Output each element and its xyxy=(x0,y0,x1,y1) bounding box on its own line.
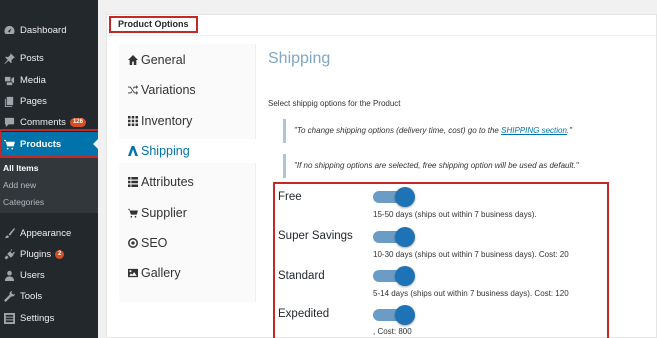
menu-label-users: Users xyxy=(20,269,45,281)
shipping-section-link[interactable]: SHIPPING section xyxy=(501,126,567,135)
plugins-count-badge: 2 xyxy=(55,249,65,259)
menu-label-posts: Posts xyxy=(20,52,44,64)
tab-variations[interactable]: Variations xyxy=(119,78,256,102)
toggle-standard[interactable] xyxy=(373,266,415,286)
grid-icon xyxy=(127,116,138,127)
brush-icon xyxy=(4,227,15,239)
submenu-all-items[interactable]: All Items xyxy=(3,163,38,173)
toggle-expedited[interactable] xyxy=(373,305,415,325)
wrench-icon xyxy=(4,290,15,302)
main-content: Product Options General Variations Inven… xyxy=(98,0,657,338)
toggle-knob xyxy=(395,187,415,207)
menu-item-posts[interactable]: Posts xyxy=(0,46,98,70)
toggle-knob xyxy=(395,305,415,325)
menu-label-pages: Pages xyxy=(20,95,47,107)
toggle-knob xyxy=(395,266,415,286)
comments-count-badge: 126 xyxy=(69,117,86,127)
tab-label-variations: Variations xyxy=(141,83,196,97)
pin-icon xyxy=(4,52,15,64)
product-data-tabs: General Variations Inventory Shipping At… xyxy=(119,44,257,302)
plug-icon xyxy=(4,248,15,260)
tab-label-attributes: Attributes xyxy=(141,175,194,189)
cart-icon xyxy=(4,139,15,150)
product-options-panel: Product Options General Variations Inven… xyxy=(106,14,657,338)
menu-item-dashboard[interactable]: Dashboard xyxy=(0,18,98,42)
comment-icon xyxy=(4,117,15,128)
shipping-title: Shipping xyxy=(268,50,331,67)
cart-icon xyxy=(127,208,138,219)
admin-sidebar: Dashboard Posts Media Pages Comments 126… xyxy=(0,0,104,338)
submenu-add-new[interactable]: Add new xyxy=(3,180,36,190)
menu-label-plugins: Plugins xyxy=(20,248,52,260)
shipping-options-box: Free 15-50 days (ships out within 7 busi… xyxy=(273,182,609,338)
tab-label-inventory: Inventory xyxy=(141,114,193,128)
note1-text-before: "To change shipping options (delivery ti… xyxy=(294,126,502,135)
shipping-description: Select shippig options for the Product xyxy=(268,99,401,108)
menu-label-products: Products xyxy=(20,138,62,150)
option-label-free: Free xyxy=(278,191,302,203)
list-icon xyxy=(127,177,138,188)
tab-shipping[interactable]: Shipping xyxy=(119,139,257,163)
users-icon xyxy=(4,270,15,281)
option-details-standard: 5-14 days (ships out within 7 business d… xyxy=(373,289,569,298)
panel-title: Product Options xyxy=(109,16,198,33)
home-icon xyxy=(127,55,138,66)
note1-text-after: ." xyxy=(566,126,572,135)
products-submenu: All Items Add new Categories xyxy=(0,157,98,213)
option-label-standard: Standard xyxy=(278,270,325,282)
target-icon xyxy=(127,238,138,249)
option-details-expedited: , Cost: 800 xyxy=(373,327,412,336)
settings-icon xyxy=(4,312,15,324)
tab-general[interactable]: General xyxy=(119,48,256,72)
menu-item-comments[interactable]: Comments 126 xyxy=(0,110,98,134)
tab-attributes[interactable]: Attributes xyxy=(119,170,256,194)
option-details-free: 15-50 days (ships out within 7 business … xyxy=(373,210,537,219)
toggle-super-savings[interactable] xyxy=(373,227,415,247)
menu-item-settings[interactable]: Settings xyxy=(0,306,98,330)
menu-label-media: Media xyxy=(20,74,46,86)
truck-icon xyxy=(127,146,138,157)
tab-supplier[interactable]: Supplier xyxy=(119,201,256,225)
menu-label-comments: Comments xyxy=(20,116,66,128)
media-icon xyxy=(4,75,15,86)
option-label-super-savings: Super Savings xyxy=(278,230,353,242)
menu-item-products[interactable]: Products xyxy=(0,132,98,156)
submenu-categories[interactable]: Categories xyxy=(3,197,44,207)
tab-label-general: General xyxy=(141,53,186,67)
shuffle-icon xyxy=(127,85,138,96)
menu-label-dashboard: Dashboard xyxy=(20,24,67,36)
tab-label-gallery: Gallery xyxy=(141,266,181,280)
dashboard-icon xyxy=(4,25,15,36)
toggle-free[interactable] xyxy=(373,187,415,207)
shipping-section-note: "To change shipping options (delivery ti… xyxy=(283,119,572,143)
tab-label-seo: SEO xyxy=(141,236,168,250)
tab-label-supplier: Supplier xyxy=(141,206,187,220)
menu-label-settings: Settings xyxy=(20,312,55,324)
pages-icon xyxy=(4,96,15,107)
menu-item-tools[interactable]: Tools xyxy=(0,284,98,308)
tab-label-shipping: Shipping xyxy=(141,144,190,158)
panel-header: Product Options xyxy=(107,15,656,36)
tab-seo[interactable]: SEO xyxy=(119,231,256,255)
image-icon xyxy=(127,268,138,279)
menu-label-appearance: Appearance xyxy=(20,227,72,239)
tab-gallery[interactable]: Gallery xyxy=(119,261,256,285)
option-details-super-savings: 10-30 days (ships out within 7 business … xyxy=(373,250,569,259)
tab-inventory[interactable]: Inventory xyxy=(119,109,256,133)
note2-text: "If no shipping options are selected, fr… xyxy=(294,161,579,170)
shipping-panel: Shipping Select shippig options for the … xyxy=(268,44,657,338)
default-shipping-note: "If no shipping options are selected, fr… xyxy=(283,154,579,178)
menu-label-tools: Tools xyxy=(20,290,43,302)
option-label-expedited: Expedited xyxy=(278,308,330,320)
toggle-knob xyxy=(395,227,415,247)
